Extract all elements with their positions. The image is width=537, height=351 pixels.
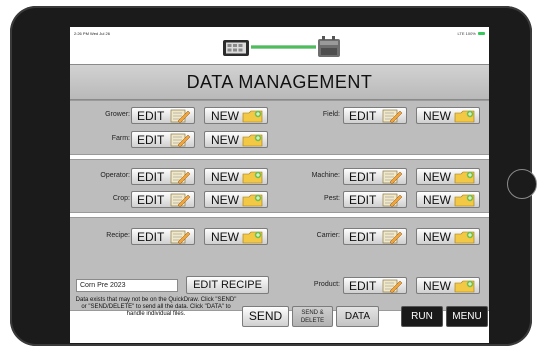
connection-status-graphic [223,36,340,57]
app-screen: 2:26 PM Wed Jul 26 LTE 100% DATA MANAGEM… [70,27,489,343]
receiver-box-icon [318,36,340,57]
farm-edit-label: EDIT [137,133,165,147]
unsent-data-notice: Data exists that may not be on the Quick… [75,297,237,317]
farm-label: Farm: [111,135,130,142]
field-new-button[interactable]: NEW [416,107,480,124]
pencil-notepad-icon [170,230,191,244]
pest-label: Pest: [324,195,340,202]
crop-edit-label: EDIT [137,193,165,207]
grower-new-button[interactable]: NEW [204,107,268,124]
pest-edit-label: EDIT [349,193,377,207]
new-folder-icon [454,171,475,184]
edit-recipe-button[interactable]: EDIT RECIPE [186,276,269,294]
pencil-notepad-icon [170,193,191,207]
recipe-name-field[interactable]: Corn Pre 2023 [76,279,178,292]
product-edit-label: EDIT [349,279,377,293]
pencil-notepad-icon [170,170,191,184]
pencil-notepad-icon [382,279,403,293]
recipe-edit-button[interactable]: EDIT [131,228,195,245]
machine-new-label: NEW [423,170,451,184]
grower-edit-label: EDIT [137,109,165,123]
home-button[interactable] [507,169,537,199]
operator-new-button[interactable]: NEW [204,168,268,185]
carrier-label: Carrier: [316,232,340,239]
run-button[interactable]: RUN [401,306,443,327]
carrier-new-label: NEW [423,230,451,244]
data-button[interactable]: DATA [336,306,379,327]
tablet-device-icon [223,40,249,56]
send-delete-label-line2: DELETE [300,318,325,324]
crop-new-label: NEW [211,193,239,207]
new-folder-icon [242,110,263,123]
machine-label: Machine: [311,172,340,179]
pencil-notepad-icon [382,170,403,184]
new-folder-icon [454,231,475,244]
send-button[interactable]: SEND [242,306,289,327]
pest-new-button[interactable]: NEW [416,191,480,208]
product-new-label: NEW [423,279,451,293]
operator-edit-label: EDIT [137,170,165,184]
machine-new-button[interactable]: NEW [416,168,480,185]
farm-new-label: NEW [211,133,239,147]
grower-label: Grower: [105,111,130,118]
new-folder-icon [454,110,475,123]
pencil-notepad-icon [170,133,191,147]
menu-button[interactable]: MENU [446,306,488,327]
product-new-button[interactable]: NEW [416,277,480,294]
carrier-edit-label: EDIT [349,230,377,244]
pencil-notepad-icon [382,193,403,207]
page-title: DATA MANAGEMENT [70,64,489,100]
grower-new-label: NEW [211,109,239,123]
machine-edit-button[interactable]: EDIT [343,168,407,185]
new-folder-icon [454,280,475,293]
new-folder-icon [242,231,263,244]
field-new-label: NEW [423,109,451,123]
recipe-new-label: NEW [211,230,239,244]
operator-edit-button[interactable]: EDIT [131,168,195,185]
grower-edit-button[interactable]: EDIT [131,107,195,124]
pencil-notepad-icon [382,230,403,244]
recipe-new-button[interactable]: NEW [204,228,268,245]
recipe-label: Recipe: [106,232,130,239]
pest-new-label: NEW [423,193,451,207]
field-label: Field: [322,111,340,118]
farm-edit-button[interactable]: EDIT [131,131,195,148]
new-folder-icon [242,171,263,184]
field-edit-label: EDIT [349,109,377,123]
machine-edit-label: EDIT [349,170,377,184]
farm-new-button[interactable]: NEW [204,131,268,148]
new-folder-icon [242,134,263,147]
product-label: Product: [313,281,340,288]
crop-edit-button[interactable]: EDIT [131,191,195,208]
send-delete-button[interactable]: SEND & DELETE [292,306,333,327]
carrier-new-button[interactable]: NEW [416,228,480,245]
carrier-edit-button[interactable]: EDIT [343,228,407,245]
pest-edit-button[interactable]: EDIT [343,191,407,208]
new-folder-icon [454,194,475,207]
pencil-notepad-icon [382,109,403,123]
operator-new-label: NEW [211,170,239,184]
pencil-notepad-icon [170,109,191,123]
tablet-frame: 2:26 PM Wed Jul 26 LTE 100% DATA MANAGEM… [10,6,537,346]
crop-new-button[interactable]: NEW [204,191,268,208]
product-edit-button[interactable]: EDIT [343,277,407,294]
field-edit-button[interactable]: EDIT [343,107,407,124]
operator-label: Operator: [100,172,130,179]
crop-label: Crop: [112,195,130,202]
new-folder-icon [242,194,263,207]
recipe-edit-label: EDIT [137,230,165,244]
send-delete-label-line1: SEND & [301,310,324,316]
